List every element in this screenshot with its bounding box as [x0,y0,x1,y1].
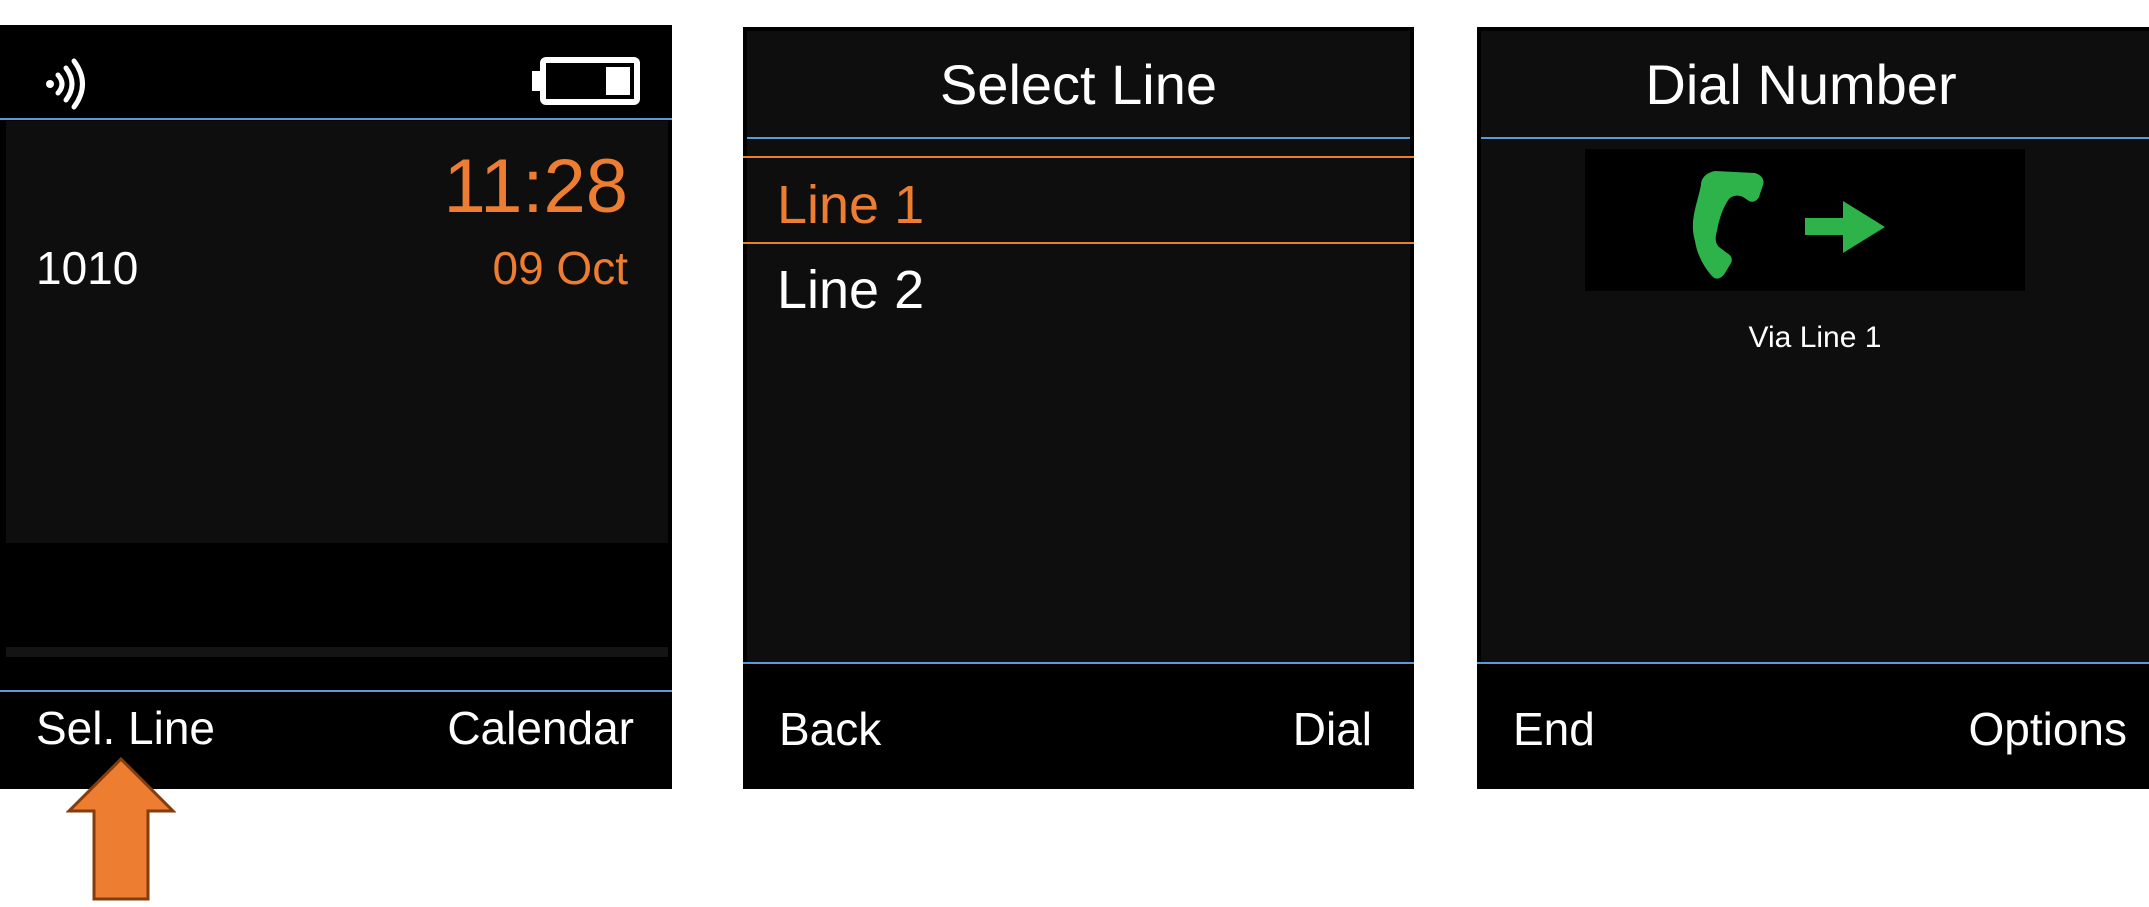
extension-number: 1010 [36,242,139,294]
sel-line-softkey[interactable]: Sel. Line [36,705,215,751]
idle-screen: 11:28 1010 09 Oct Sel. Line Calendar [0,25,672,789]
signal-icon [36,51,102,115]
select-line-screen: Select Line Line 1 Line 2 Back Dial [743,27,1414,789]
select-line-panel [747,31,1410,663]
dial-softkey[interactable]: Dial [1293,706,1372,752]
softkey-divider [743,662,1414,664]
outgoing-call-icon [1585,149,2025,291]
dial-number-screen: Dial Number Via Line 1 End Options [1477,27,2149,789]
calendar-softkey[interactable]: Calendar [447,705,634,751]
list-item-label: Line 1 [777,175,925,235]
up-arrow-icon [65,756,177,902]
end-softkey[interactable]: End [1513,706,1595,752]
battery-icon [530,53,644,109]
title-divider [747,137,1410,139]
selection-bottom-border [743,242,1414,244]
list-item-label: Line 2 [777,260,925,320]
softkey-divider [0,690,672,692]
clock-time: 11:28 [443,144,628,229]
page-title: Select Line [939,53,1218,116]
line-list-item-1[interactable]: Line 1 [743,158,1414,243]
page-title: Dial Number [1645,53,1957,116]
softkey-divider [1477,662,2149,664]
title-divider [1481,137,2149,139]
back-softkey[interactable]: Back [779,706,881,752]
options-softkey[interactable]: Options [1968,706,2127,752]
idle-panel-strip [6,647,668,657]
status-divider [0,118,672,120]
line-list-item-2[interactable]: Line 2 [743,245,1414,325]
date-label: 09 Oct [492,242,628,294]
via-line-label: Via Line 1 [1748,321,1882,354]
